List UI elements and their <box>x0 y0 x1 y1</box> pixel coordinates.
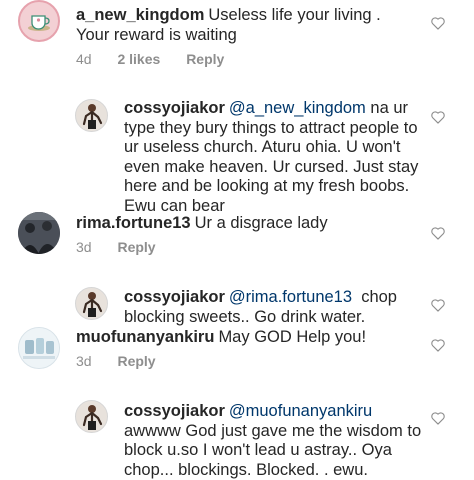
comment-meta: 4d 2 likes Reply <box>76 51 246 67</box>
heart-outline-icon[interactable] <box>430 298 446 312</box>
comment-mention[interactable]: @rima.fortune13 <box>229 288 352 306</box>
teacup-avatar-icon[interactable] <box>18 0 60 42</box>
comment-time: 3d <box>76 353 92 369</box>
reply-button[interactable]: Reply <box>186 51 224 67</box>
comment-body: awwww God just gave me the wisdom to blo… <box>124 421 422 479</box>
person-avatar-icon[interactable] <box>75 99 108 132</box>
comment-time: 4d <box>76 51 92 67</box>
comment-username[interactable]: a_new_kingdom <box>76 6 204 24</box>
comment-meta: 3d Reply <box>76 239 178 255</box>
comment-body: Ur a disgrace lady <box>194 214 328 232</box>
person-avatar-icon[interactable] <box>75 287 108 320</box>
reply-button[interactable]: Reply <box>117 239 155 255</box>
comment-username[interactable]: cossyojiakor <box>124 99 225 117</box>
likes-count-link[interactable]: 2 likes <box>117 51 160 67</box>
comment-username[interactable]: cossyojiakor <box>124 288 225 306</box>
comment-text: muofunanyankiru May GOD Help you! <box>76 328 406 348</box>
comment-username[interactable]: muofunanyankiru <box>76 328 214 346</box>
group-photo-avatar-icon[interactable] <box>18 212 60 254</box>
comment-text: a_new_kingdom Useless life your living . … <box>76 6 406 45</box>
reply-button[interactable]: Reply <box>117 353 155 369</box>
comment-text: cossyojiakor @muofunanyankiru awwww God j… <box>124 402 424 480</box>
heart-outline-icon[interactable] <box>430 16 446 30</box>
comment-mention[interactable]: @a_new_kingdom <box>229 99 366 117</box>
comment-text: rima.fortune13 Ur a disgrace lady <box>76 214 406 234</box>
heart-outline-icon[interactable] <box>430 411 446 425</box>
heart-outline-icon[interactable] <box>430 338 446 352</box>
photo-avatar-icon[interactable] <box>18 327 60 369</box>
comment-mention[interactable]: @muofunanyankiru <box>229 402 372 420</box>
heart-outline-icon[interactable] <box>430 226 446 240</box>
comment-time: 3d <box>76 239 92 255</box>
comment-text: cossyojiakor @rima.fortune13 chop blockin… <box>124 288 414 327</box>
comment-username[interactable]: cossyojiakor <box>124 402 225 420</box>
heart-outline-icon[interactable] <box>430 110 446 124</box>
comment-body: May GOD Help you! <box>218 328 367 346</box>
person-avatar-icon[interactable] <box>75 400 108 433</box>
comment-meta: 3d Reply <box>76 353 178 369</box>
comment-username[interactable]: rima.fortune13 <box>76 214 191 232</box>
comment-text: cossyojiakor @a_new_kingdom na ur type th… <box>124 99 424 216</box>
